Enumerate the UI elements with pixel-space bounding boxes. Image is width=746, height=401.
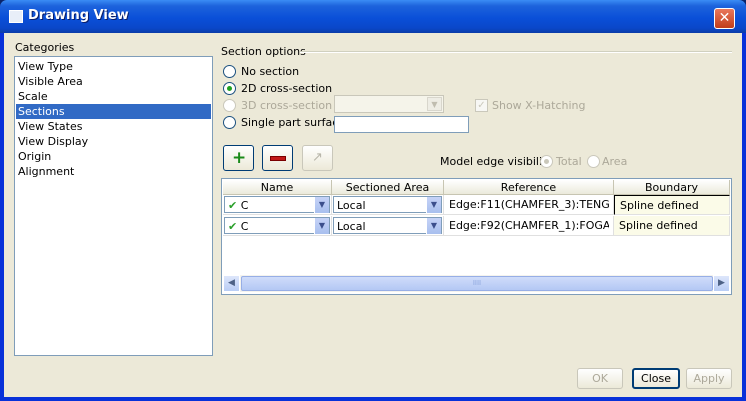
- 2d-cross-section-label: 2D cross-section: [241, 82, 333, 95]
- sectioned-area-combo[interactable]: Local ▼: [333, 217, 442, 234]
- reference-value: Edge:F11(CHAMFER_3):TENGELY: [449, 198, 609, 211]
- show-xhatching-label: Show X-Hatching: [492, 99, 586, 112]
- window-frame-right: [742, 33, 746, 401]
- category-view-type[interactable]: View Type: [16, 59, 211, 74]
- name-value: C: [240, 220, 249, 233]
- reference-cell[interactable]: Edge:F92(CHAMFER_1):FOGASKE: [444, 216, 614, 236]
- close-icon: ✕: [718, 10, 731, 26]
- visibility-total-radio[interactable]: [540, 155, 553, 168]
- sectioned-area-cell[interactable]: Local ▼: [332, 216, 444, 236]
- column-header-sectioned-area[interactable]: Sectioned Area: [332, 180, 444, 195]
- boundary-value: Spline defined: [619, 219, 698, 232]
- single-part-surface-radio[interactable]: [223, 116, 236, 129]
- name-cell[interactable]: ✔ C ▼: [223, 216, 332, 236]
- single-part-surface-input[interactable]: [334, 116, 469, 133]
- category-visible-area[interactable]: Visible Area: [16, 74, 211, 89]
- ok-button[interactable]: OK: [577, 368, 623, 389]
- check-icon: ✔: [228, 220, 238, 233]
- column-header-name[interactable]: Name: [223, 180, 332, 195]
- boundary-cell[interactable]: Spline defined: [614, 195, 730, 215]
- show-xhatching-checkbox[interactable]: ✓: [475, 99, 488, 112]
- column-header-reference[interactable]: Reference: [444, 180, 614, 195]
- horizontal-scrollbar[interactable]: ◀ IIII ▶: [223, 275, 730, 292]
- visibility-area-label: Area: [602, 155, 628, 168]
- minus-icon: [270, 156, 286, 161]
- chevron-down-icon[interactable]: ▼: [314, 197, 329, 213]
- boundary-cell[interactable]: Spline defined: [614, 216, 730, 236]
- visibility-total-label: Total: [556, 155, 582, 168]
- remove-section-button[interactable]: [262, 145, 293, 171]
- close-button[interactable]: Close: [632, 368, 680, 389]
- check-icon: ✔: [228, 199, 238, 212]
- 3d-cross-section-radio[interactable]: [223, 99, 236, 112]
- category-view-states[interactable]: View States: [16, 119, 211, 134]
- category-alignment[interactable]: Alignment: [16, 164, 211, 179]
- reference-value: Edge:F92(CHAMFER_1):FOGASKE: [449, 219, 609, 232]
- model-edge-visibility-label: Model edge visibility: [440, 155, 553, 168]
- categories-list[interactable]: View Type Visible Area Scale Sections Vi…: [14, 56, 213, 356]
- chevron-down-icon[interactable]: ▼: [426, 197, 441, 213]
- sectioned-area-cell[interactable]: Local ▼: [332, 195, 444, 215]
- radio-selected-dot: [227, 86, 232, 91]
- category-origin[interactable]: Origin: [16, 149, 211, 164]
- sectioned-area-combo[interactable]: Local ▼: [333, 196, 442, 213]
- no-section-radio[interactable]: [223, 65, 236, 78]
- title-bar[interactable]: Drawing View ✕: [0, 0, 746, 33]
- categories-label: Categories: [15, 41, 75, 54]
- category-view-display[interactable]: View Display: [16, 134, 211, 149]
- sections-table: Name Sectioned Area Reference Boundary ✔…: [221, 178, 732, 295]
- reference-cell[interactable]: Edge:F11(CHAMFER_3):TENGELY: [444, 195, 614, 215]
- section-arrow-button[interactable]: ↗: [302, 145, 333, 171]
- name-cell[interactable]: ✔ C ▼: [223, 195, 332, 215]
- radio-selected-dot: [544, 159, 549, 164]
- chevron-down-icon[interactable]: ▼: [426, 218, 441, 234]
- 2d-cross-section-radio[interactable]: [223, 82, 236, 95]
- name-combo[interactable]: ✔ C ▼: [224, 217, 330, 234]
- diagonal-arrow-icon: ↗: [312, 150, 323, 165]
- column-header-boundary[interactable]: Boundary: [614, 180, 730, 195]
- chevron-down-icon[interactable]: ▼: [314, 218, 329, 234]
- plus-icon: +: [232, 148, 247, 168]
- add-section-button[interactable]: +: [223, 145, 254, 171]
- sectioned-area-value: Local: [337, 220, 366, 233]
- category-scale[interactable]: Scale: [16, 89, 211, 104]
- 3d-cross-section-combo[interactable]: ▼: [334, 95, 444, 113]
- category-sections[interactable]: Sections: [16, 104, 211, 119]
- scroll-right-icon[interactable]: ▶: [713, 275, 730, 292]
- sectioned-area-value: Local: [337, 199, 366, 212]
- name-combo[interactable]: ✔ C ▼: [224, 196, 330, 213]
- 3d-cross-section-label: 3D cross-section: [241, 99, 333, 112]
- window-icon: [9, 10, 23, 23]
- window-title: Drawing View: [28, 8, 129, 23]
- apply-button[interactable]: Apply: [686, 368, 732, 389]
- section-options-label: Section options: [221, 45, 306, 58]
- name-value: C: [240, 199, 249, 212]
- chevron-down-icon: ▼: [427, 97, 442, 111]
- dialog-window: Drawing View ✕ Categories View Type Visi…: [0, 0, 746, 401]
- boundary-value: Spline defined: [620, 199, 699, 212]
- single-part-surface-label: Single part surface: [241, 116, 346, 129]
- no-section-label: No section: [241, 65, 300, 78]
- scrollbar-thumb[interactable]: IIII: [241, 276, 713, 291]
- scroll-left-icon[interactable]: ◀: [223, 275, 240, 292]
- visibility-area-radio[interactable]: [587, 155, 600, 168]
- window-frame-bottom: [0, 397, 746, 401]
- close-window-button[interactable]: ✕: [714, 8, 735, 29]
- section-options-divider: [300, 51, 732, 53]
- dialog-client-area: Categories View Type Visible Area Scale …: [4, 33, 742, 397]
